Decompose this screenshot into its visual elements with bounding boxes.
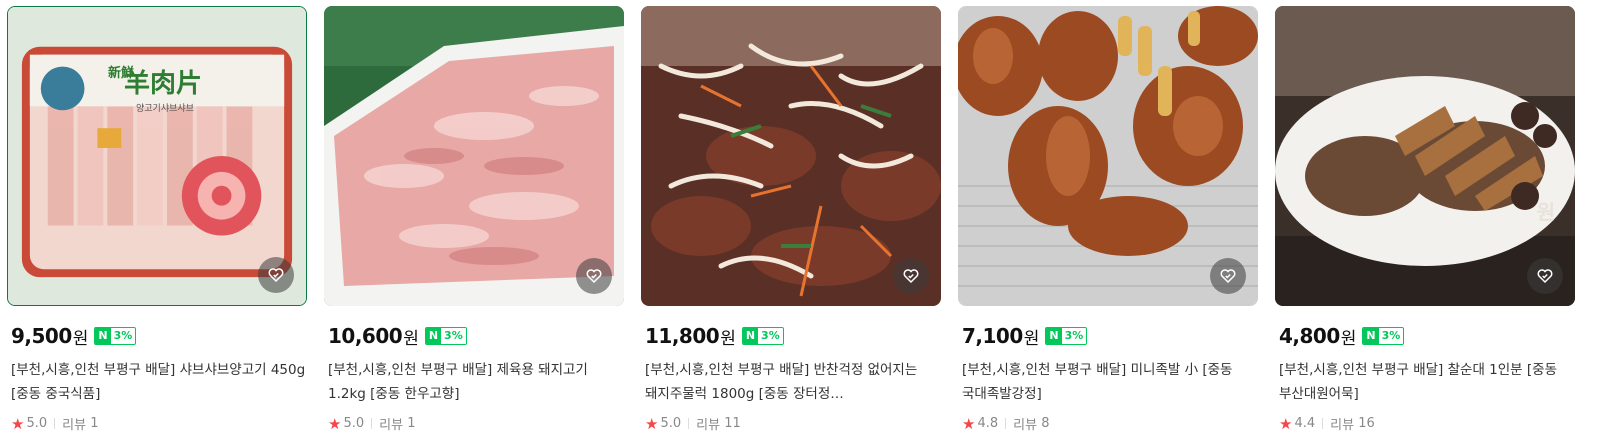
star-icon: ★ [645, 414, 659, 433]
product-price: 7,100 [962, 324, 1023, 348]
heart-check-icon [268, 268, 284, 283]
rating-row: ★ 5.0 리뷰 1 [324, 414, 624, 433]
heart-check-icon [903, 269, 919, 284]
currency-label: 원 [72, 328, 89, 349]
wishlist-button[interactable] [893, 258, 929, 294]
currency-label: 원 [1023, 328, 1040, 349]
naver-pay-badge: N 3% [1362, 327, 1405, 345]
divider [688, 418, 690, 429]
naver-pay-icon: N [1046, 328, 1062, 344]
star-icon: ★ [962, 414, 976, 433]
background-sign-text: 원 [1536, 200, 1555, 224]
product-card[interactable]: 7,100 원 N 3% [부천,시흥,인천 부평구 배달] 미니족발 小 [중동… [958, 6, 1258, 433]
review-label: 리뷰 [1330, 418, 1355, 433]
wishlist-button[interactable] [258, 257, 294, 293]
product-image[interactable] [958, 6, 1258, 306]
naver-pay-icon: N [425, 328, 442, 344]
naver-pay-icon: N [1363, 328, 1379, 344]
naver-pay-badge: N 3% [1045, 327, 1088, 345]
price-row: 11,800 원 N 3% [641, 323, 941, 349]
naver-pay-badge: N 3% [424, 327, 467, 345]
price-row: 4,800 원 N 3% [1275, 323, 1575, 349]
product-price: 11,800 [645, 324, 720, 348]
product-image[interactable]: 新鮮 羊肉片 양고기샤브샤브 [7, 6, 307, 306]
naver-pay-icon: N [742, 328, 759, 344]
raw-pork-tray-image [324, 6, 624, 306]
naver-pay-badge: N 3% [94, 327, 137, 345]
package-sub-text: 양고기샤브샤브 [136, 104, 194, 114]
product-price: 10,600 [328, 324, 403, 348]
price-row: 10,600 원 N 3% [324, 323, 624, 349]
product-image[interactable] [641, 6, 941, 306]
star-icon: ★ [1279, 414, 1293, 433]
wishlist-button[interactable] [1527, 258, 1563, 294]
sundae-plate-image [1275, 6, 1575, 306]
divider [1005, 418, 1007, 429]
product-list: 新鮮 羊肉片 양고기샤브샤브 9,500 원 N 3% [부천,시흥,인천 부평구… [0, 0, 1608, 433]
product-title[interactable]: [부천,시흥,인천 부평구 배달] 샤브샤브양고기 450g [중동 중국식품] [7, 358, 307, 406]
product-title[interactable]: [부천,시흥,인천 부평구 배달] 반찬걱정 없어지는 돼지주물럭 1800g … [641, 358, 941, 406]
price-row: 7,100 원 N 3% [958, 323, 1258, 349]
product-price: 9,500 [11, 324, 72, 348]
divider [54, 418, 56, 429]
star-icon: ★ [328, 414, 342, 433]
package-brand-text: 羊肉片 [124, 69, 203, 99]
naver-pay-icon: N [95, 328, 111, 344]
product-title[interactable]: [부천,시흥,인천 부평구 배달] 찰순대 1인분 [중동 부산대원어묵] [1275, 358, 1575, 406]
divider [371, 418, 373, 429]
heart-check-icon [1537, 269, 1553, 284]
review-label: 리뷰 [62, 418, 87, 433]
product-image[interactable] [324, 6, 624, 306]
currency-label: 원 [720, 328, 736, 349]
naver-pay-badge: N 3% [741, 327, 784, 345]
wishlist-button[interactable] [1210, 258, 1246, 294]
product-title[interactable]: [부천,시흥,인천 부평구 배달] 제육용 돼지고기 1.2kg [중동 한우고… [324, 358, 624, 406]
product-image[interactable]: 원 [1275, 6, 1575, 306]
product-price: 4,800 [1279, 324, 1340, 348]
product-title[interactable]: [부천,시흥,인천 부평구 배달] 미니족발 小 [중동 국대족발강정] [958, 358, 1258, 406]
pig-trotters-image [958, 6, 1258, 306]
product-card[interactable]: 11,800 원 N 3% [부천,시흥,인천 부평구 배달] 반찬걱정 없어지는… [641, 6, 941, 433]
heart-check-icon [586, 269, 602, 284]
product-card[interactable]: 10,600 원 N 3% [부천,시흥,인천 부평구 배달] 제육용 돼지고기 … [324, 6, 624, 433]
lamb-slice-package-image [8, 7, 306, 305]
rating-row: ★ 5.0 리뷰 11 [641, 414, 941, 433]
rating-row: ★ 4.4 리뷰 16 [1275, 414, 1575, 433]
heart-check-icon [1220, 269, 1236, 284]
divider [1322, 418, 1324, 429]
star-icon: ★ [11, 414, 25, 433]
wishlist-button[interactable] [576, 258, 612, 294]
currency-label: 원 [403, 328, 419, 349]
product-card[interactable]: 원 4,800 원 N 3% [부천,시흥,인천 부평구 배달] 찰순대 1인분 … [1275, 6, 1575, 433]
rating-row: ★ 4.8 리뷰 8 [958, 414, 1258, 433]
review-label: 리뷰 [379, 418, 404, 433]
marinated-pork-image [641, 6, 941, 306]
rating-row: ★ 5.0 리뷰 1 [7, 414, 307, 433]
price-row: 9,500 원 N 3% [7, 323, 307, 349]
review-label: 리뷰 [696, 418, 721, 433]
review-label: 리뷰 [1013, 418, 1038, 433]
product-card[interactable]: 新鮮 羊肉片 양고기샤브샤브 9,500 원 N 3% [부천,시흥,인천 부평구… [7, 6, 307, 433]
currency-label: 원 [1340, 328, 1357, 349]
